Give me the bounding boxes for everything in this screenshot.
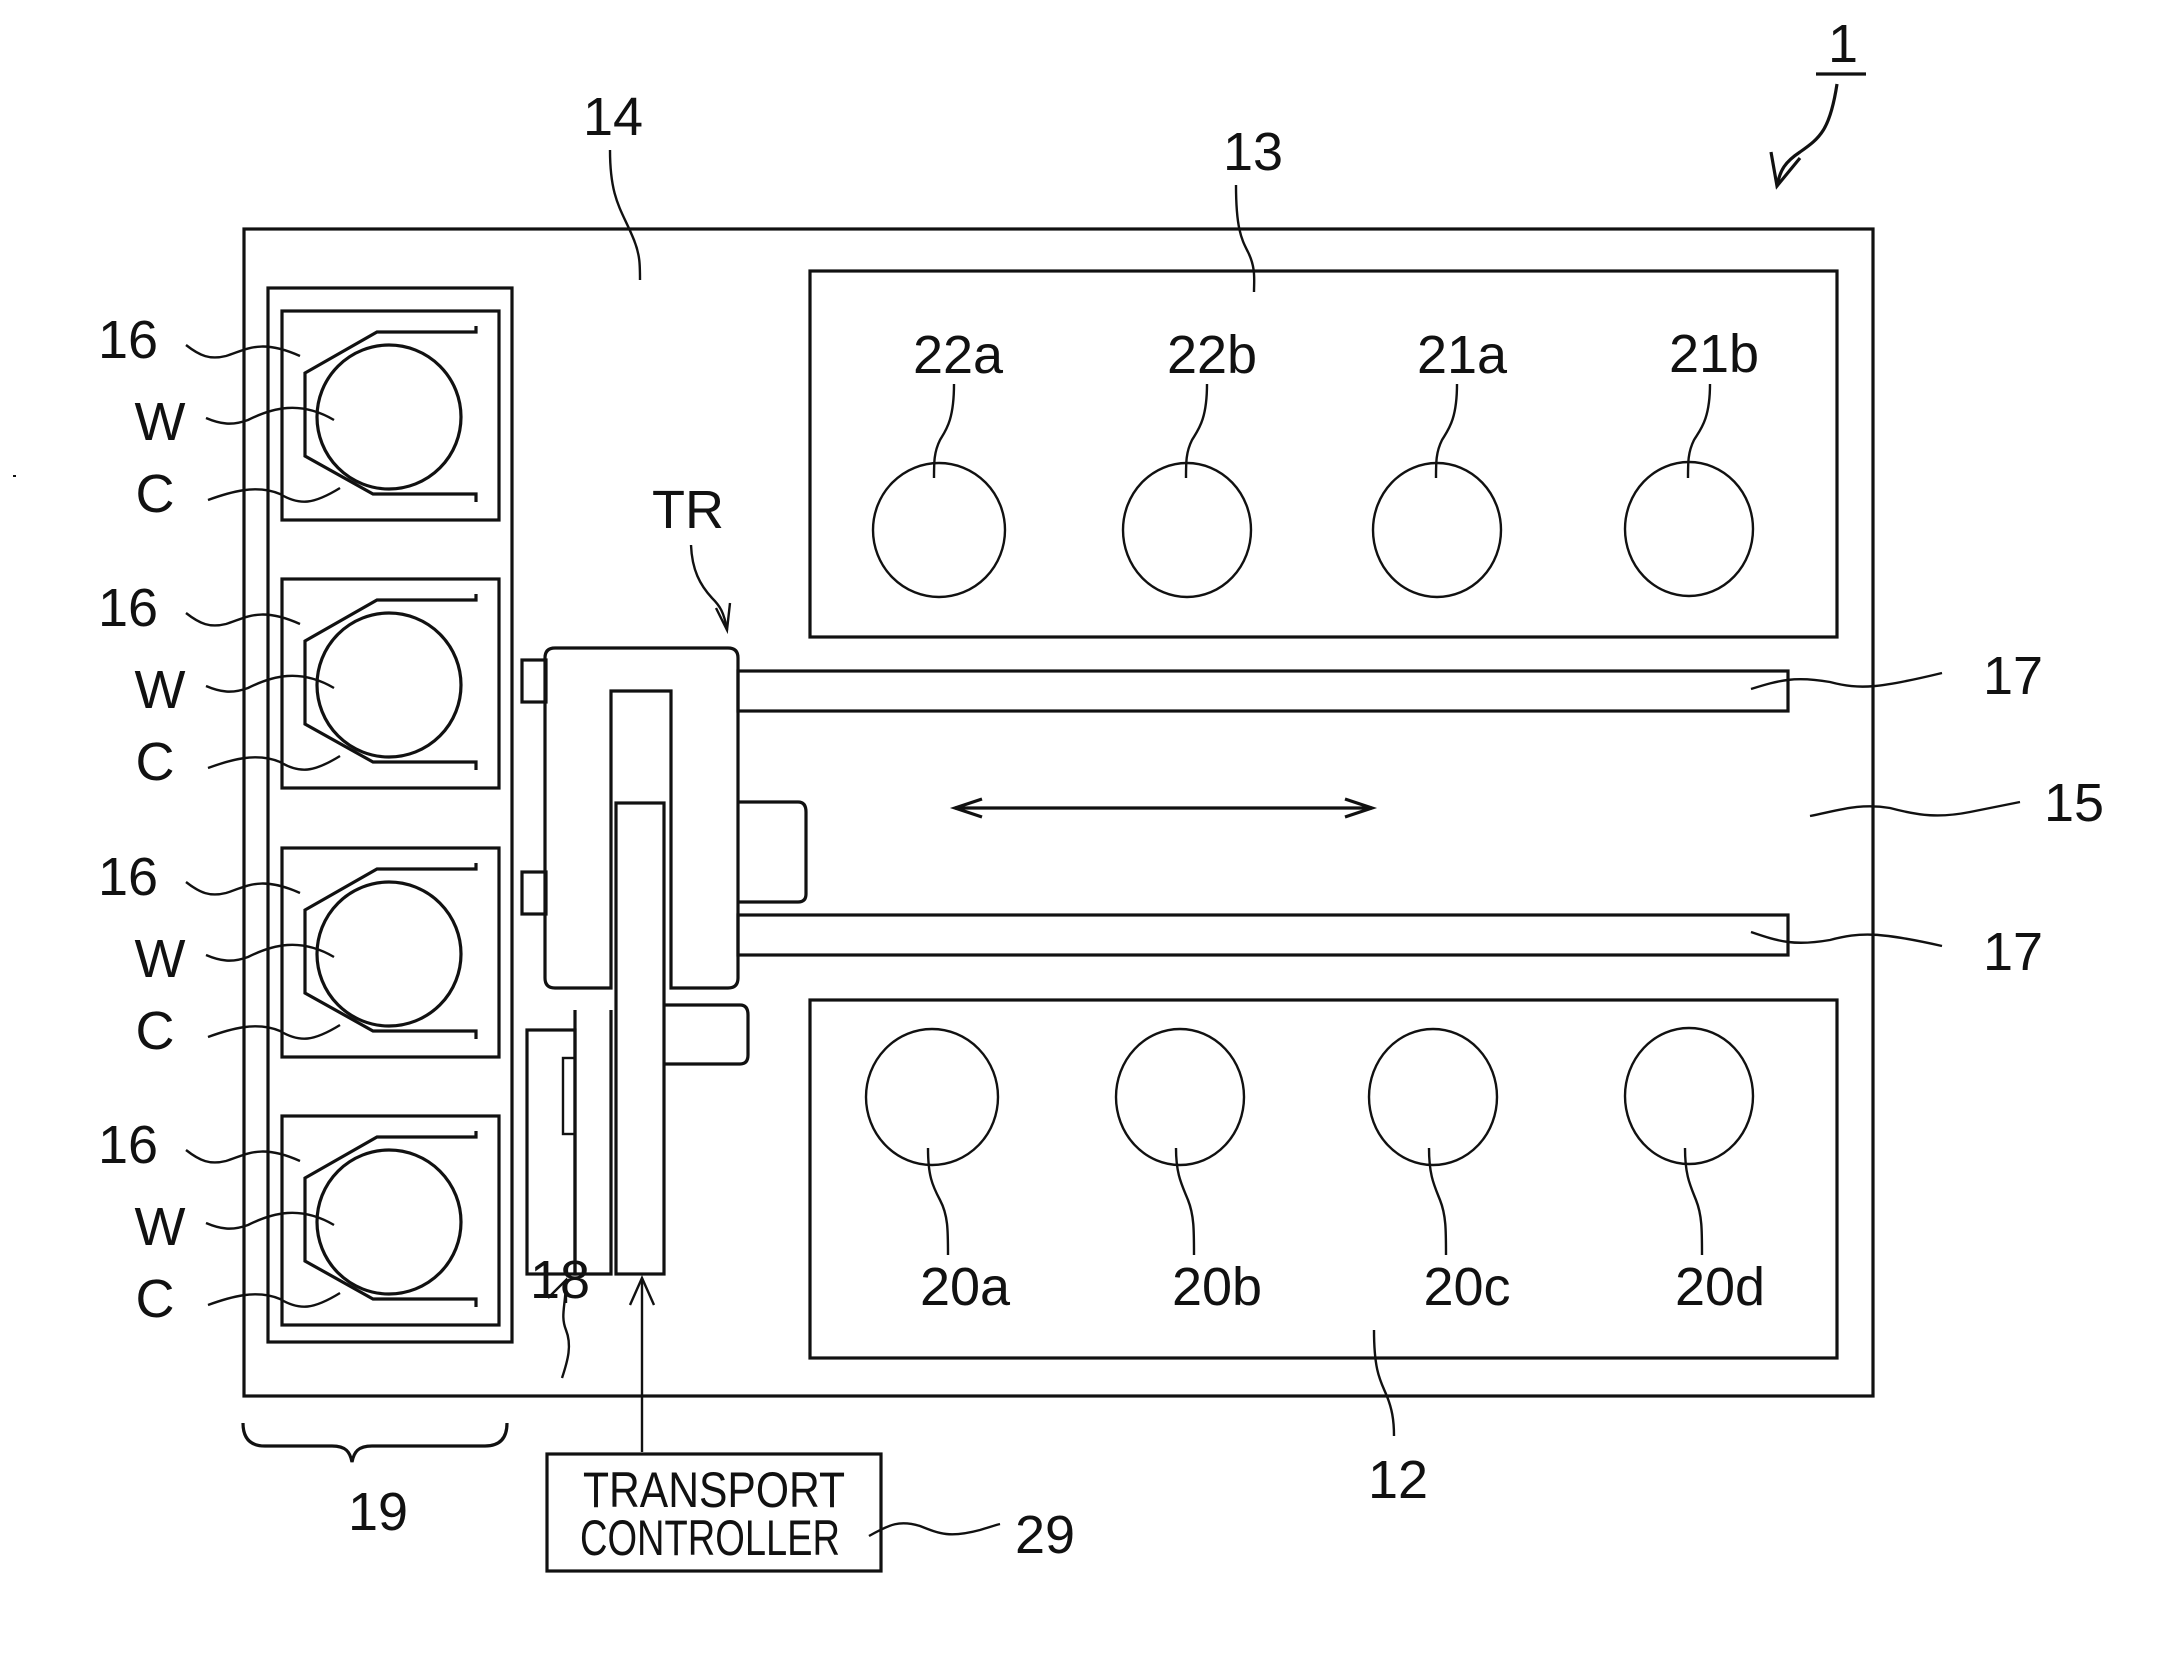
label-15: 15: [2044, 773, 2104, 833]
wafer-label: W: [135, 660, 186, 720]
label-17-lower: 17: [1983, 922, 2043, 982]
robot-lower-block: [664, 1003, 750, 1066]
wafer-leader: [205, 674, 335, 693]
wafer-label: W: [135, 1197, 186, 1257]
cassette-station-4: 16 W C: [98, 1114, 501, 1329]
unit-20a-circle: [864, 1027, 1000, 1167]
station-label: 16: [98, 310, 158, 370]
station-label: 16: [98, 847, 158, 907]
unit-21a-label: 21a: [1417, 325, 1508, 385]
label-14: 14: [583, 87, 643, 147]
leader-17-upper: [1750, 671, 1943, 691]
label-19: 19: [348, 1482, 408, 1542]
unit-20d-circle: [1623, 1026, 1755, 1166]
robot-left-stub-upper: [520, 658, 548, 704]
unit-20d-label: 20d: [1675, 1257, 1765, 1317]
robot-lift-plate: [573, 1010, 613, 1276]
cassette-label: C: [136, 464, 175, 524]
unit-21b: 21b: [1623, 324, 1759, 598]
wafer-circle: [315, 611, 463, 759]
wafer-leader: [205, 943, 335, 962]
unit-20b-label: 20b: [1172, 1257, 1262, 1317]
unit-22a-label: 22a: [913, 325, 1004, 385]
label-18: 18: [530, 1250, 590, 1310]
unit-20c-circle: [1367, 1027, 1499, 1167]
cassette-label: C: [136, 1001, 175, 1061]
cassette-leader: [207, 486, 341, 503]
label-TR: TR: [652, 480, 724, 540]
unit-22b-label: 22b: [1167, 325, 1257, 385]
robot-main-body: [543, 646, 740, 990]
label-13: 13: [1223, 122, 1283, 182]
wafer-label: W: [135, 392, 186, 452]
leader-17-lower: [1750, 930, 1943, 948]
leader-12: [1372, 1329, 1396, 1437]
cassette-label: C: [136, 1269, 175, 1329]
leader-14: [608, 149, 642, 281]
wafer-leader: [205, 1211, 335, 1230]
cassette-leader: [207, 1291, 341, 1308]
unit-22b-circle: [1121, 461, 1253, 599]
leader-15: [1809, 800, 2021, 818]
cassette-outline: [303, 1131, 478, 1307]
cassette-station-1: 16 W C: [98, 309, 501, 524]
robot-left-stub-lower: [520, 870, 548, 916]
bidirectional-arrow-icon: [949, 797, 1378, 819]
station-label: 16: [98, 1115, 158, 1175]
guide-rail-upper: [736, 669, 1790, 713]
apparatus-diagram: 1 14 13 22a 22b 21a 21b 19 16 W C 16 W C…: [13, 14, 2104, 1573]
cassette-outline: [303, 326, 478, 502]
cassette-station-3: 16 W C: [98, 846, 501, 1061]
label-29: 29: [1015, 1505, 1075, 1565]
unit-20a: 20a: [864, 1027, 1011, 1317]
transport-robot: [520, 646, 808, 1276]
upper-units: 22a 22b 21a 21b: [871, 324, 1759, 599]
label-1-arrow: [1775, 83, 1839, 187]
label-1-arrowhead: [1769, 151, 1802, 190]
cassette-block-brace: [241, 1422, 509, 1463]
wafer-leader: [205, 406, 335, 425]
unit-21b-circle: [1623, 460, 1755, 598]
station-label: 16: [98, 578, 158, 638]
unit-20b-circle: [1114, 1027, 1246, 1167]
scan-speck: [13, 475, 16, 477]
wafer-label: W: [135, 929, 186, 989]
unit-22b: 22b: [1121, 325, 1257, 599]
unit-20c-label: 20c: [1423, 1257, 1510, 1317]
label-17-upper: 17: [1983, 646, 2043, 706]
transport-controller-line2: CONTROLLER: [580, 1510, 840, 1566]
unit-20a-label: 20a: [920, 1257, 1011, 1317]
unit-22a: 22a: [871, 325, 1007, 599]
lower-units: 20a 20b 20c 20d: [864, 1026, 1765, 1317]
unit-21b-label: 21b: [1669, 324, 1759, 384]
leader-29: [868, 1522, 1001, 1538]
label-12: 12: [1368, 1450, 1428, 1510]
leader-13: [1234, 184, 1256, 293]
unit-21a-circle: [1371, 461, 1503, 599]
transport-controller: TRANSPORT CONTROLLER 29: [545, 1452, 1075, 1573]
unit-20d: 20d: [1623, 1026, 1765, 1317]
robot-side-block: [738, 800, 808, 904]
cassette-leader: [207, 754, 341, 771]
cassette-leader: [207, 1023, 341, 1040]
apparatus-callout: 1: [1769, 14, 1866, 190]
unit-22a-circle: [871, 461, 1007, 599]
unit-21a: 21a: [1371, 325, 1508, 599]
robot-base-block: [525, 1028, 577, 1276]
cassette-label: C: [136, 732, 175, 792]
cassette-outline: [303, 594, 478, 770]
unit-20c: 20c: [1367, 1027, 1511, 1317]
label-1: 1: [1828, 14, 1858, 74]
outer-frame: [242, 227, 1875, 1398]
wafer-circle: [315, 343, 463, 491]
wafer-circle: [315, 1148, 463, 1296]
wafer-circle: [315, 880, 463, 1028]
cassette-station-2: 16 W C: [98, 577, 501, 792]
guide-rail-lower: [736, 913, 1790, 957]
cassette-outline: [303, 863, 478, 1039]
unit-20b: 20b: [1114, 1027, 1262, 1317]
robot-lift-slot: [561, 1056, 577, 1136]
robot-arm-column: [614, 801, 666, 1276]
